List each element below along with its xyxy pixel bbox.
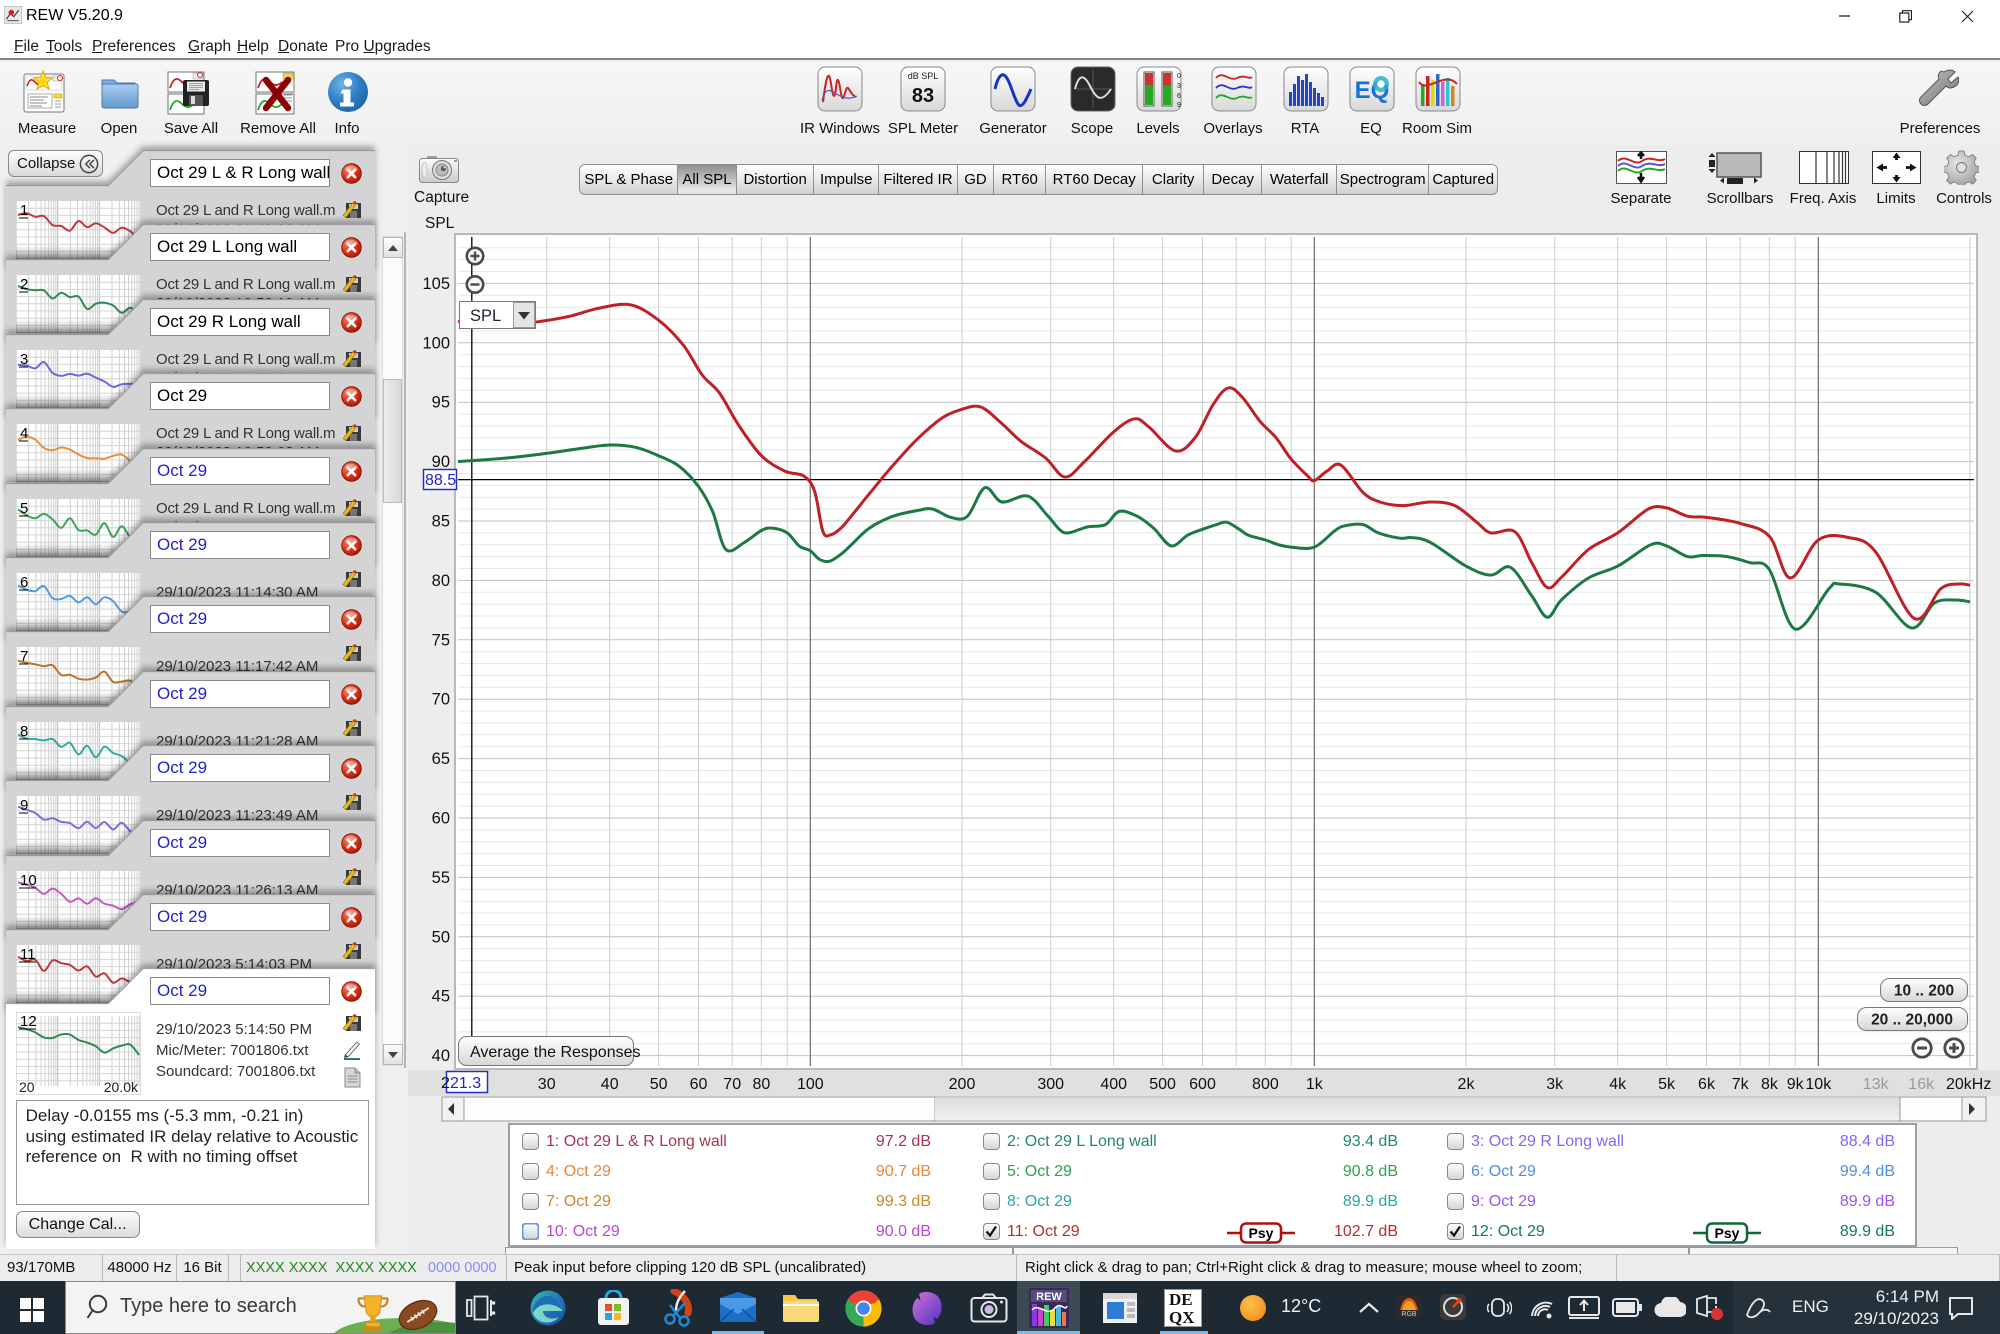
svg-text:21.3: 21.3 xyxy=(450,1075,481,1092)
svg-text:8k: 8k xyxy=(1761,1076,1779,1093)
svg-text:4: 4 xyxy=(20,425,28,442)
svg-text:80: 80 xyxy=(753,1076,771,1093)
svg-text:SPL: SPL xyxy=(470,307,501,325)
svg-text:dB SPL: dB SPL xyxy=(908,71,939,81)
svg-text:20kHz: 20kHz xyxy=(1946,1076,1991,1093)
svg-text:5: 5 xyxy=(20,500,28,517)
svg-text:Psy: Psy xyxy=(1715,1225,1740,1241)
svg-text:100: 100 xyxy=(422,334,450,352)
svg-text:30: 30 xyxy=(538,1076,556,1093)
svg-text:16k: 16k xyxy=(1908,1076,1935,1093)
svg-text:75: 75 xyxy=(432,631,450,649)
svg-text:4k: 4k xyxy=(1609,1076,1627,1093)
svg-text:10: 10 xyxy=(20,872,37,889)
svg-text:60: 60 xyxy=(432,810,450,828)
svg-text:88.5: 88.5 xyxy=(425,472,456,489)
svg-text:6: 6 xyxy=(1177,93,1181,100)
svg-text:11: 11 xyxy=(20,946,36,963)
svg-text:20: 20 xyxy=(19,1079,35,1095)
svg-text:3k: 3k xyxy=(1546,1076,1564,1093)
svg-text:10k: 10k xyxy=(1805,1076,1832,1093)
svg-text:9k: 9k xyxy=(1787,1076,1805,1093)
svg-text:600: 600 xyxy=(1189,1076,1216,1093)
svg-text:Average the Responses: Average the Responses xyxy=(470,1044,640,1061)
svg-text:9: 9 xyxy=(20,797,28,814)
svg-text:90: 90 xyxy=(432,453,450,471)
svg-text:Psy: Psy xyxy=(1249,1225,1274,1241)
svg-text:1k: 1k xyxy=(1306,1076,1324,1093)
svg-text:1: 1 xyxy=(20,202,28,219)
svg-text:20 .. 20,000: 20 .. 20,000 xyxy=(1871,1012,1953,1029)
svg-text:3: 3 xyxy=(1177,83,1181,90)
svg-text:55: 55 xyxy=(432,869,450,887)
svg-text:40: 40 xyxy=(432,1047,450,1065)
svg-text:8: 8 xyxy=(20,723,28,740)
svg-text:45: 45 xyxy=(432,988,450,1006)
svg-text:6k: 6k xyxy=(1698,1076,1716,1093)
svg-text:2: 2 xyxy=(20,276,28,293)
svg-text:80: 80 xyxy=(432,572,450,590)
svg-text:7k: 7k xyxy=(1732,1076,1750,1093)
svg-text:5k: 5k xyxy=(1658,1076,1676,1093)
svg-text:REW: REW xyxy=(1036,1291,1062,1303)
svg-text:70: 70 xyxy=(723,1076,741,1093)
svg-text:9: 9 xyxy=(1177,102,1181,109)
svg-text:200: 200 xyxy=(949,1076,976,1093)
svg-text:400: 400 xyxy=(1100,1076,1127,1093)
svg-text:100: 100 xyxy=(797,1076,824,1093)
svg-text:12: 12 xyxy=(20,1013,37,1030)
svg-text:40: 40 xyxy=(601,1076,619,1093)
svg-text:2k: 2k xyxy=(1458,1076,1476,1093)
svg-text:10 .. 200: 10 .. 200 xyxy=(1894,983,1954,1000)
svg-text:60: 60 xyxy=(690,1076,708,1093)
svg-text:83: 83 xyxy=(912,85,934,107)
svg-text:105: 105 xyxy=(422,275,450,293)
svg-text:2: 2 xyxy=(441,1075,450,1092)
svg-text:300: 300 xyxy=(1037,1076,1064,1093)
svg-text:3: 3 xyxy=(20,351,28,368)
svg-text:95: 95 xyxy=(432,394,450,412)
svg-text:65: 65 xyxy=(432,750,450,768)
svg-text:50: 50 xyxy=(650,1076,668,1093)
svg-text:500: 500 xyxy=(1149,1076,1176,1093)
svg-text:13k: 13k xyxy=(1863,1076,1890,1093)
svg-text:85: 85 xyxy=(432,513,450,531)
svg-text:50: 50 xyxy=(432,928,450,946)
svg-text:RGB: RGB xyxy=(1401,1311,1417,1318)
svg-text:800: 800 xyxy=(1252,1076,1279,1093)
svg-text:6: 6 xyxy=(20,574,28,591)
svg-text:70: 70 xyxy=(432,691,450,709)
svg-text:20.0k: 20.0k xyxy=(103,1079,138,1095)
svg-text:0: 0 xyxy=(1177,73,1181,80)
svg-text:7: 7 xyxy=(20,648,28,665)
